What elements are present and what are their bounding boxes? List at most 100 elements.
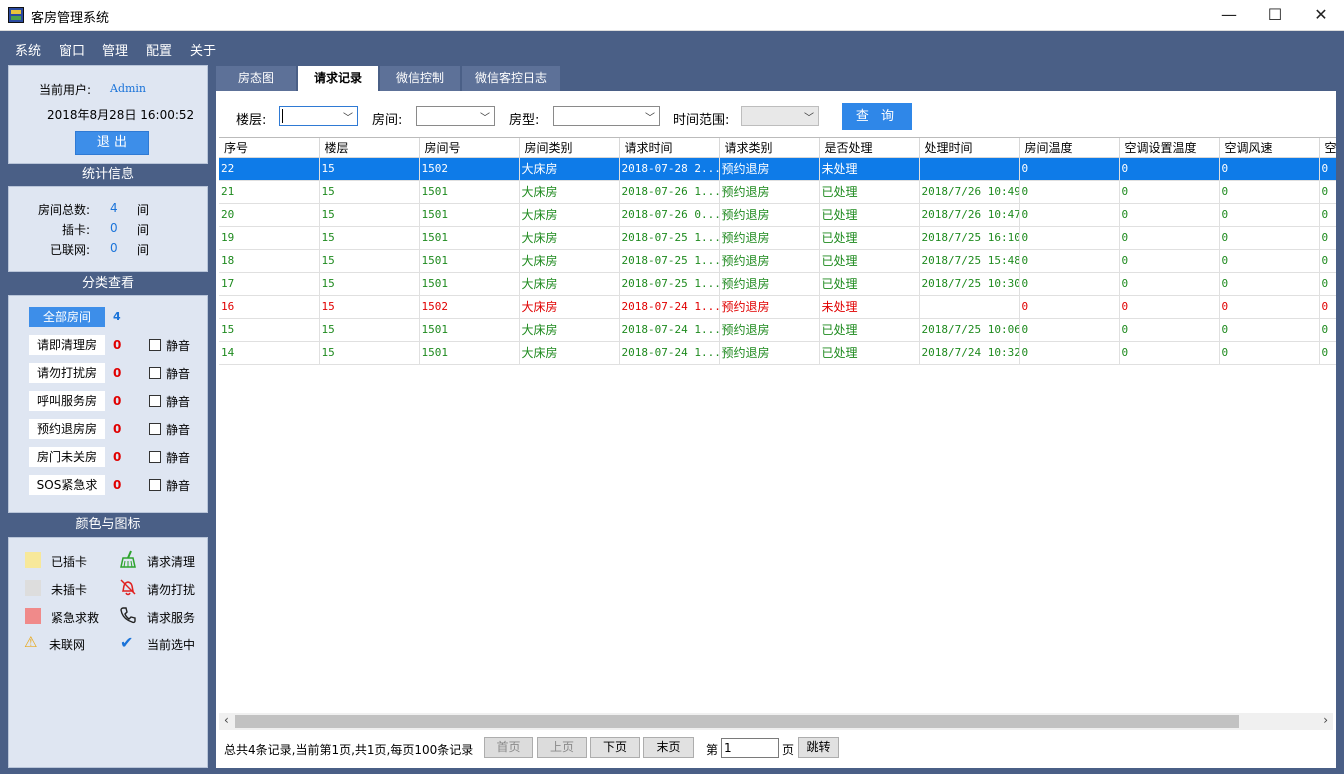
maximize-button[interactable]: ☐	[1252, 0, 1298, 31]
table-cell: 0	[1219, 249, 1320, 273]
prev-page-button[interactable]: 上页	[537, 737, 587, 758]
app-icon	[8, 7, 24, 23]
mute-checkbox-sos[interactable]	[149, 479, 161, 491]
category-dnd-room[interactable]: 请勿打扰房	[29, 363, 105, 383]
table-row[interactable]: 16 15 1502 大床房 2018-07-24 1... 预约退房 未处理 0 0 0 0	[219, 295, 1336, 319]
mute-checkbox-service[interactable]	[149, 395, 161, 407]
category-all-count: 4	[113, 310, 121, 323]
category-checkout-room[interactable]: 预约退房房	[29, 419, 105, 439]
mute-checkbox-door-open[interactable]	[149, 451, 161, 463]
close-button[interactable]: ✕	[1298, 0, 1344, 31]
jump-button[interactable]: 跳转	[798, 737, 839, 758]
time-range-label: 时间范围:	[673, 113, 730, 128]
menu-manage[interactable]: 管理	[102, 40, 128, 59]
stat-total-label: 房间总数:	[37, 203, 90, 217]
table-row[interactable]: 19 15 1501 大床房 2018-07-25 1... 预约退房 已处理 2018/7/…	[219, 226, 1336, 250]
floor-select[interactable]: ﹀	[279, 106, 358, 126]
column-header[interactable]: 请求类别	[719, 138, 820, 158]
tab-wechat-log[interactable]: 微信客控日志	[462, 66, 560, 91]
card-not-inserted-swatch	[25, 580, 41, 596]
table-cell: 16	[219, 295, 320, 319]
table-cell: 1501	[419, 272, 520, 296]
table-row[interactable]: 17 15 1501 大床房 2018-07-25 1... 预约退房 已处理 2018/7/…	[219, 272, 1336, 296]
page-number-input[interactable]: 1	[721, 738, 779, 758]
table-cell: 2018-07-25 1...	[619, 272, 720, 296]
stat-online-unit: 间	[137, 243, 150, 257]
mute-checkbox-clean[interactable]	[149, 339, 161, 351]
table-cell: 0	[1119, 272, 1220, 296]
tab-room-status[interactable]: 房态图	[216, 66, 296, 91]
category-sos-count: 0	[113, 478, 122, 492]
column-header[interactable]: 处理时间	[919, 138, 1020, 158]
mute-checkbox-checkout[interactable]	[149, 423, 161, 435]
table-cell: 2018/7/25 10:30	[919, 272, 1020, 296]
table-cell: 已处理	[819, 318, 920, 342]
table-row[interactable]: 14 15 1501 大床房 2018-07-24 1... 预约退房 已处理 2018/7/…	[219, 341, 1336, 365]
query-button[interactable]: 查 询	[842, 103, 912, 130]
table-cell: 2018/7/24 10:32	[919, 341, 1020, 365]
minimize-button[interactable]: —	[1206, 0, 1252, 31]
category-door-open-room[interactable]: 房门未关房	[29, 447, 105, 467]
table-cell: 1502	[419, 295, 520, 319]
table-cell: 大床房	[519, 226, 620, 250]
table-cell: 1501	[419, 249, 520, 273]
category-sos-room[interactable]: SOS紧急求	[29, 475, 105, 495]
table-cell: 15	[319, 318, 420, 342]
scroll-left-icon[interactable]: ‹	[224, 713, 229, 727]
category-service-room[interactable]: 呼叫服务房	[29, 391, 105, 411]
table-cell: 0	[1319, 272, 1336, 296]
table-cell: 22	[219, 157, 320, 181]
column-header[interactable]: 房间类别	[519, 138, 620, 158]
broom-icon	[120, 550, 136, 568]
table-cell: 0	[1219, 157, 1320, 181]
check-icon: ✔	[120, 633, 134, 652]
mute-checkbox-dnd[interactable]	[149, 367, 161, 379]
category-all-rooms[interactable]: 全部房间	[29, 307, 105, 327]
menu-window[interactable]: 窗口	[59, 40, 85, 59]
category-dnd-count: 0	[113, 366, 122, 380]
title-bar: 客房管理系统 — ☐ ✕	[0, 0, 1344, 31]
table-row[interactable]: 18 15 1501 大床房 2018-07-25 1... 预约退房 已处理 2018/7/…	[219, 249, 1336, 273]
table-cell: 预约退房	[719, 249, 820, 273]
table-cell: 21	[219, 180, 320, 204]
table-row[interactable]: 22 15 1502 大床房 2018-07-28 2... 预约退房 未处理 0 0 0 0	[219, 157, 1336, 181]
legend-offline: 未联网	[49, 638, 86, 652]
category-clean-room[interactable]: 请即清理房	[29, 335, 105, 355]
stat-online-label: 已联网:	[49, 243, 90, 257]
menu-system[interactable]: 系统	[15, 40, 41, 59]
scrollbar-thumb[interactable]	[235, 715, 1239, 728]
first-page-button[interactable]: 首页	[484, 737, 533, 758]
scroll-right-icon[interactable]: ›	[1323, 713, 1328, 727]
menu-about[interactable]: 关于	[190, 40, 216, 59]
column-header[interactable]: 楼层	[319, 138, 420, 158]
column-header[interactable]: 房间温度	[1019, 138, 1120, 158]
tab-request-records[interactable]: 请求记录	[298, 66, 378, 91]
menu-config[interactable]: 配置	[146, 40, 172, 59]
tab-wechat-control[interactable]: 微信控制	[380, 66, 460, 91]
table-cell: 0	[1319, 157, 1336, 181]
last-page-button[interactable]: 末页	[643, 737, 694, 758]
next-page-button[interactable]: 下页	[590, 737, 640, 758]
column-header[interactable]: 空调风速	[1219, 138, 1320, 158]
column-header[interactable]: 房间号	[419, 138, 520, 158]
column-header[interactable]: 序号	[219, 138, 320, 158]
column-header[interactable]: 空调设置温度	[1119, 138, 1220, 158]
table-row[interactable]: 20 15 1501 大床房 2018-07-26 0... 预约退房 已处理 2018/7/…	[219, 203, 1336, 227]
table-cell: 0	[1119, 226, 1220, 250]
logout-button[interactable]: 退 出	[75, 131, 149, 155]
stat-total-unit: 间	[137, 203, 150, 217]
table-row[interactable]: 21 15 1501 大床房 2018-07-26 1... 预约退房 已处理 2018/7/…	[219, 180, 1336, 204]
table-cell	[919, 157, 1020, 181]
time-range-select[interactable]: ﹀	[741, 106, 819, 126]
current-datetime: 2018年8月28日 16:00:52	[47, 108, 195, 122]
category-service-count: 0	[113, 394, 122, 408]
column-header[interactable]: 空	[1319, 138, 1336, 158]
horizontal-scrollbar[interactable]: ‹ ›	[219, 713, 1333, 730]
table-cell: 2018-07-24 1...	[619, 341, 720, 365]
table-row[interactable]: 15 15 1501 大床房 2018-07-24 1... 预约退房 已处理 2018/7/…	[219, 318, 1336, 342]
room-type-select[interactable]: ﹀	[553, 106, 660, 126]
column-header[interactable]: 是否处理	[819, 138, 920, 158]
table-cell: 2018-07-25 1...	[619, 226, 720, 250]
column-header[interactable]: 请求时间	[619, 138, 720, 158]
room-select[interactable]: ﹀	[416, 106, 495, 126]
